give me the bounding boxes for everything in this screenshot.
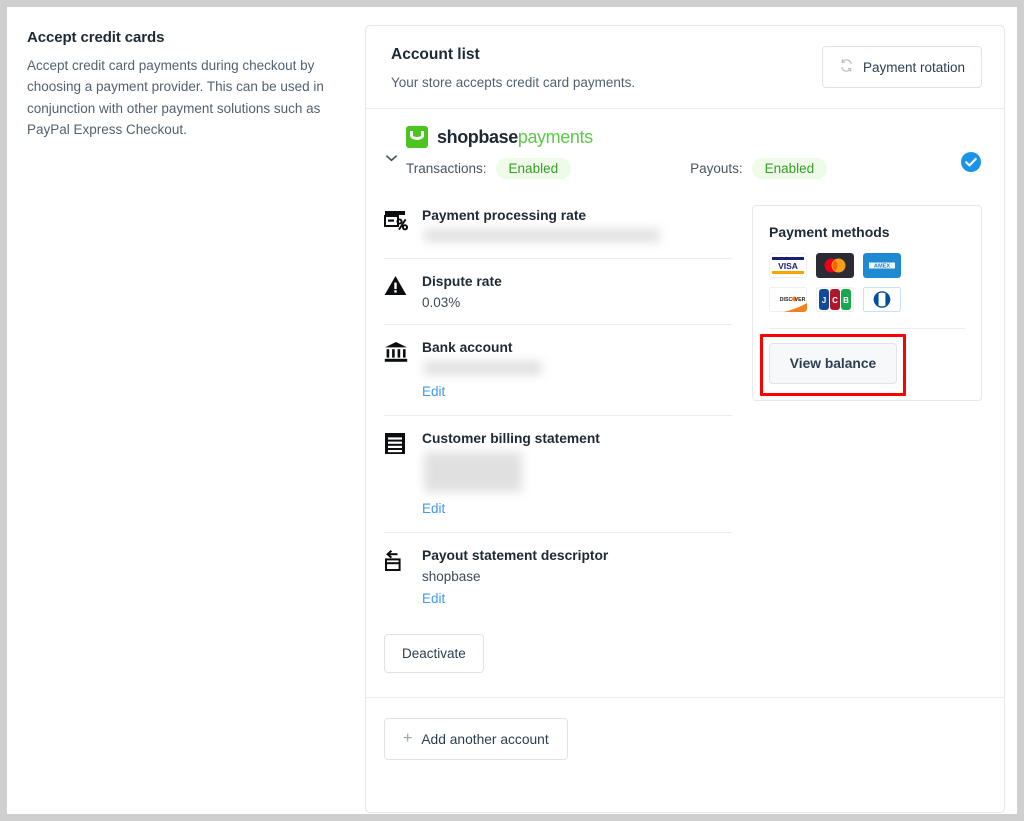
account-list-card: Account list Your store accepts credit c… (365, 25, 1005, 813)
detail-title: Bank account (422, 340, 513, 355)
payment-methods-brand-list: VISA AMEX DISC VER J C B (769, 253, 901, 312)
settings-description-column: Accept credit cards Accept credit card p… (27, 25, 345, 804)
redacted-value (424, 229, 660, 242)
detail-row-bank-account: Bank account Edit (384, 324, 732, 415)
transactions-status-badge: Enabled (495, 158, 572, 179)
rotate-icon (839, 58, 854, 76)
account-list-heading-group: Account list Your store accepts credit c… (391, 46, 635, 90)
discover-icon: DISC VER (769, 287, 807, 312)
account-list-header: Account list Your store accepts credit c… (366, 26, 1004, 108)
warning-triangle-icon (384, 274, 410, 310)
bank-icon (384, 340, 410, 401)
card-percent-icon (384, 208, 410, 244)
svg-text:AMEX: AMEX (874, 263, 890, 269)
payment-rotation-button[interactable]: Payment rotation (821, 46, 982, 88)
detail-title: Payout statement descriptor (422, 548, 609, 563)
card-return-icon (384, 548, 410, 608)
app-window: Accept credit cards Accept credit card p… (0, 0, 1024, 821)
detail-row-customer-billing-statement: Customer billing statement Edit (384, 415, 732, 532)
deactivate-button[interactable]: Deactivate (384, 634, 484, 673)
deactivate-area: Deactivate (366, 622, 1004, 697)
detail-row-body: Payment processing rate (422, 208, 732, 244)
svg-text:C: C (832, 296, 838, 305)
svg-text:VER: VER (795, 297, 806, 303)
add-another-account-label: Add another account (421, 731, 549, 747)
plus-icon: + (403, 730, 413, 747)
detail-row-body: Dispute rate 0.03% (422, 274, 732, 310)
provider-status-line: Transactions: Enabled Payouts: Enabled (406, 158, 960, 179)
shopbase-payments-logo: shopbasepayments (406, 126, 960, 148)
page-description: Accept credit card payments during check… (27, 58, 324, 137)
page-title: Accept credit cards (27, 29, 165, 46)
provider-name: shopbasepayments (437, 127, 593, 148)
amex-icon: AMEX (863, 253, 901, 278)
receipt-icon (384, 431, 410, 518)
page-body: Accept credit cards Accept credit card p… (7, 7, 1017, 814)
svg-text:B: B (843, 296, 849, 305)
payment-methods-column: Payment methods VISA AMEX DISC VER J C B… (732, 193, 982, 622)
payouts-label: Payouts: (690, 161, 743, 176)
payment-methods-divider (769, 328, 965, 329)
detail-value: shopbase (422, 569, 481, 584)
detail-title: Payment processing rate (422, 208, 587, 223)
payment-rotation-label: Payment rotation (862, 59, 965, 75)
shopbase-logo-icon (406, 126, 428, 148)
verified-check-icon (960, 126, 982, 172)
redacted-value (424, 452, 522, 492)
account-list-title: Account list (391, 46, 480, 63)
detail-row-body: Bank account Edit (422, 340, 732, 401)
detail-title: Customer billing statement (422, 431, 600, 446)
provider-name-bold: shopbase (437, 126, 518, 147)
view-balance-button[interactable]: View balance (769, 343, 897, 384)
account-detail-list: Payment processing rate Dispute rate 0.0… (380, 193, 732, 622)
svg-text:VISA: VISA (778, 261, 798, 271)
detail-row-payment-processing-rate: Payment processing rate (384, 193, 732, 258)
detail-row-body: Payout statement descriptor shopbase Edi… (422, 548, 732, 608)
detail-row-body: Customer billing statement Edit (422, 431, 732, 518)
svg-text:DISC: DISC (780, 297, 793, 303)
edit-bank-account-link[interactable]: Edit (422, 384, 445, 399)
payouts-status-badge: Enabled (751, 158, 828, 179)
payment-methods-card: Payment methods VISA AMEX DISC VER J C B… (752, 205, 982, 401)
edit-payout-descriptor-link[interactable]: Edit (422, 591, 445, 606)
chevron-down-icon[interactable] (380, 126, 402, 164)
diners-club-icon (863, 287, 901, 312)
redacted-value (424, 361, 542, 375)
detail-title: Dispute rate (422, 274, 502, 289)
transactions-label: Transactions: (406, 161, 487, 176)
detail-row-payout-statement-descriptor: Payout statement descriptor shopbase Edi… (384, 532, 732, 622)
detail-row-dispute-rate: Dispute rate 0.03% (384, 258, 732, 324)
account-list-subtitle: Your store accepts credit card payments. (391, 75, 636, 90)
edit-billing-statement-link[interactable]: Edit (422, 501, 445, 516)
detail-value: 0.03% (422, 295, 461, 310)
account-detail-body: Payment processing rate Dispute rate 0.0… (366, 193, 1004, 622)
svg-text:J: J (822, 296, 826, 305)
provider-info: shopbasepayments Transactions: Enabled P… (402, 126, 960, 179)
provider-name-light: payments (517, 126, 593, 147)
add-another-account-button[interactable]: + Add another account (384, 718, 568, 760)
add-account-area: + Add another account (366, 698, 1004, 760)
view-balance-area: View balance (760, 334, 906, 396)
jcb-icon: J C B (816, 287, 854, 312)
payment-methods-title: Payment methods (769, 224, 890, 240)
mastercard-icon (816, 253, 854, 278)
provider-row: shopbasepayments Transactions: Enabled P… (366, 109, 1004, 193)
visa-icon: VISA (769, 253, 807, 278)
